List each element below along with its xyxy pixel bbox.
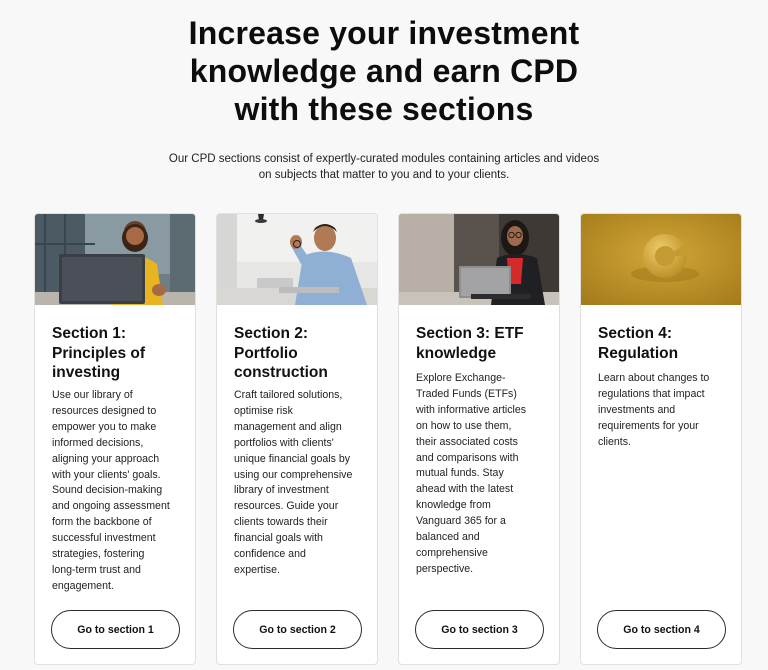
card-description-line: long-term trust and <box>52 563 141 576</box>
card-image-4 <box>581 214 741 305</box>
card-title-line: Regulation <box>598 344 679 362</box>
card-description-line: management and align <box>234 420 342 433</box>
card-title-line: Section 4: <box>598 325 673 342</box>
card-title-line: Principles of <box>52 344 146 362</box>
card-description-line: and comparisons with <box>416 451 519 464</box>
card-description-3: Explore Exchange- Traded Funds (ETFs) wi… <box>416 371 551 578</box>
card-description-line: requirements for your <box>598 419 699 432</box>
card-title-line: Section 2: <box>234 325 309 342</box>
section-card-1: Section 1: Principles of investing Use o… <box>34 213 196 665</box>
card-description-line: on how to use them, <box>416 419 512 432</box>
card-description-line: balanced and <box>416 531 480 544</box>
card-description-2: Craft tailored solutions, optimise risk … <box>234 388 369 579</box>
card-description-line: form the backbone of <box>52 516 152 529</box>
card-description-line: empower you to make <box>52 420 157 433</box>
card-title-line: construction <box>234 364 328 381</box>
card-description-line: clients towards their <box>234 516 328 529</box>
card-description-line: portfolios with clients' <box>234 436 334 449</box>
card-description-line: regulations that impact <box>598 387 705 400</box>
card-description-line: knowledge from <box>416 499 491 512</box>
card-description-line: Craft tailored solutions, <box>234 389 343 401</box>
card-description-line: expertise. <box>234 563 280 576</box>
page-subtitle-line: Our CPD sections consist of expertly-cur… <box>168 153 600 165</box>
card-description-line: with your clients' goals. <box>52 468 161 481</box>
card-description-1: Use our library of resources designed to… <box>52 388 187 595</box>
card-description-line: investments and <box>598 403 676 416</box>
card-description-line: ahead with the latest <box>416 483 514 496</box>
card-description-line: Explore Exchange- <box>416 372 506 384</box>
card-description-line: confidence and <box>234 548 306 561</box>
woman-working-on-laptop-photo <box>399 214 559 305</box>
section-card-2: Section 2: Portfolio construction Craft … <box>216 213 378 665</box>
section-cards: Section 1: Principles of investing Use o… <box>34 213 744 665</box>
card-title-line: Portfolio <box>234 344 298 362</box>
card-description-line: perspective. <box>416 562 474 575</box>
card-description-line: clients. <box>598 435 631 448</box>
card-image-2 <box>217 214 377 305</box>
page-subtitle: Our CPD sections consist of expertly-cur… <box>0 151 768 183</box>
card-image-3 <box>399 214 559 305</box>
card-title-line: knowledge <box>416 344 497 362</box>
card-description-line: library of investment <box>234 484 329 497</box>
card-title-1: Section 1: Principles of investing <box>52 324 192 383</box>
card-description-line: with informative articles <box>416 403 527 416</box>
card-description-line: financial goals with <box>234 532 323 545</box>
card-description-4: Learn about changes to regulations that … <box>598 371 733 451</box>
go-to-section-3-button[interactable]: Go to section 3 <box>415 610 544 649</box>
card-description-line: Sound decision-making <box>52 484 163 497</box>
card-title-2: Section 2: Portfolio construction <box>234 324 374 383</box>
card-description-line: mutual funds. Stay <box>416 467 504 480</box>
card-title-4: Section 4: Regulation <box>598 324 738 363</box>
card-description-line: comprehensive <box>416 546 488 559</box>
man-thinking-at-desk-photo <box>217 214 377 305</box>
section-card-3: Section 3: ETF knowledge Explore Exchang… <box>398 213 560 665</box>
card-description-line: unique financial goals by <box>234 452 351 465</box>
card-description-line: their associated costs <box>416 435 518 448</box>
card-title-line: Section 1: <box>52 325 127 342</box>
card-image-1 <box>35 214 195 305</box>
page-title-line: with these sections <box>234 91 534 127</box>
card-description-line: successful investment <box>52 532 156 545</box>
card-description-line: Vanguard 365 for a <box>416 515 506 528</box>
card-description-line: optimise risk <box>234 404 293 417</box>
go-to-section-1-button[interactable]: Go to section 1 <box>51 610 180 649</box>
card-description-line: Learn about changes to <box>598 372 710 384</box>
card-title-line: Section 3: ETF <box>416 325 524 342</box>
card-description-line: aligning your approach <box>52 452 160 465</box>
card-description-line: Use our library of <box>52 389 133 401</box>
card-title-3: Section 3: ETF knowledge <box>416 324 556 363</box>
woman-smiling-at-laptop-photo <box>35 214 195 305</box>
card-description-line: Traded Funds (ETFs) <box>416 387 517 400</box>
card-description-line: informed decisions, <box>52 436 144 449</box>
go-to-section-4-button[interactable]: Go to section 4 <box>597 610 726 649</box>
go-to-section-2-button[interactable]: Go to section 2 <box>233 610 362 649</box>
card-description-line: resources designed to <box>52 404 157 417</box>
golden-abstract-shape-photo <box>581 214 741 305</box>
card-description-line: resources. Guide your <box>234 500 339 513</box>
page-title-line: knowledge and earn CPD <box>189 53 579 89</box>
card-description-line: using our comprehensive <box>234 468 353 481</box>
card-description-line: and ongoing assessment <box>52 500 170 513</box>
card-title-line: investing <box>52 364 121 381</box>
section-card-4: Section 4: Regulation Learn about change… <box>580 213 742 665</box>
page-title-line: Increase your investment <box>188 15 580 51</box>
card-description-line: engagement. <box>52 579 114 592</box>
page-subtitle-line: on subjects that matter to you and to yo… <box>258 169 510 181</box>
page-title: Increase your investment knowledge and e… <box>0 14 768 128</box>
card-description-line: strategies, fostering <box>52 548 145 561</box>
